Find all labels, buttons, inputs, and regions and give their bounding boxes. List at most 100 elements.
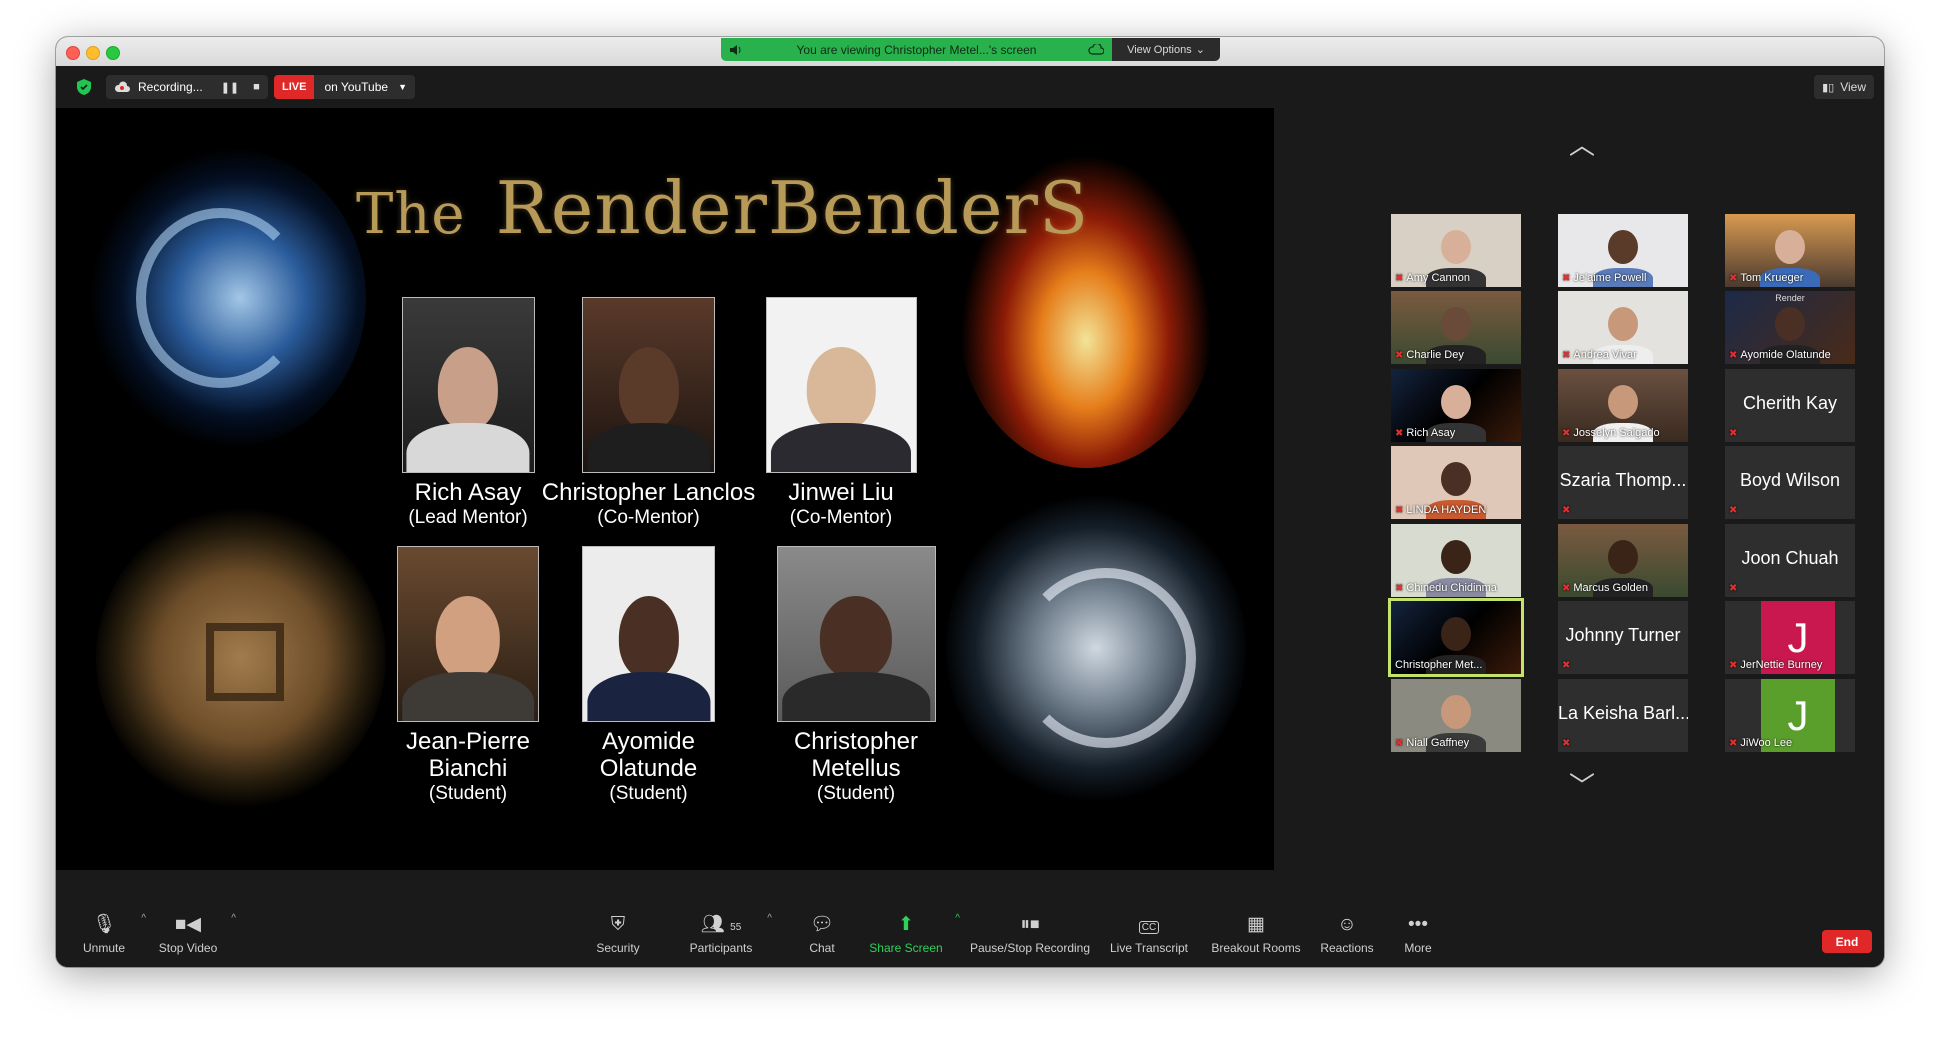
- cc-label: CC: [1138, 921, 1160, 934]
- participant-tile[interactable]: J ✖ JiWoo Lee: [1725, 679, 1855, 752]
- active-speaker-tile[interactable]: Christopher Met...: [1388, 598, 1524, 677]
- member-photo: [401, 297, 535, 473]
- participant-tile[interactable]: ✖ Amy Cannon: [1391, 214, 1521, 287]
- muted-mic-icon: ✖: [1729, 583, 1738, 594]
- end-meeting-button[interactable]: End: [1822, 930, 1872, 953]
- view-options-label: View Options: [1127, 43, 1192, 56]
- muted-mic-icon: ✖: [1562, 349, 1571, 361]
- muted-mic-icon: ✖: [1562, 738, 1571, 749]
- stop-recording-icon[interactable]: ■: [253, 81, 260, 93]
- chevron-up-icon[interactable]: ^: [141, 913, 146, 924]
- participant-tile[interactable]: ✖ Marcus Golden: [1558, 524, 1688, 597]
- muted-mic-icon: ✖: [1562, 272, 1571, 284]
- participant-tile[interactable]: ✖ Josselyn Salgado: [1558, 369, 1688, 442]
- muted-mic-icon: ✖: [1729, 737, 1738, 749]
- slide-title-main: RenderBenderS: [495, 166, 1090, 250]
- view-options-button[interactable]: View Options ⌄: [1112, 38, 1220, 61]
- member-photo: [776, 546, 936, 722]
- participant-name: Je'aime Powell: [1573, 272, 1647, 284]
- member-photo: [765, 297, 917, 473]
- participant-tile[interactable]: ✖ Je'aime Powell: [1558, 214, 1688, 287]
- muted-mic-icon: ✖: [1729, 272, 1738, 284]
- participant-tile[interactable]: ✖ Charlie Dey: [1391, 291, 1521, 364]
- share-message: You are viewing Christopher Metel...'s s…: [796, 42, 1037, 57]
- participant-name: Andrea Vivar: [1573, 349, 1637, 361]
- close-window-button[interactable]: [66, 46, 80, 60]
- pause-stop-recording-button[interactable]: ⏸⏹ Pause/Stop Recording: [960, 913, 1100, 955]
- live-streaming-indicator[interactable]: LIVE on YouTube ▼: [274, 75, 415, 99]
- participant-name: Niall Gaffney: [1406, 737, 1470, 749]
- participant-tile[interactable]: Cherith Kay ✖: [1725, 369, 1855, 442]
- cloud-recording-icon: [114, 81, 130, 92]
- recording-indicator[interactable]: Recording... ❚❚ ■: [106, 75, 268, 99]
- member-name: Jinwei Liu: [788, 479, 894, 506]
- participant-name: Chinedu Chidinma: [1406, 582, 1497, 594]
- screen-share-banner: You are viewing Christopher Metel...'s s…: [721, 38, 1220, 61]
- participant-tile[interactable]: Boyd Wilson ✖: [1725, 446, 1855, 519]
- view-label: View: [1840, 80, 1866, 94]
- participants-button[interactable]: 👥︎ 55 Participants ^: [684, 913, 772, 955]
- participant-tile[interactable]: Szaria Thomp... ✖: [1558, 446, 1688, 519]
- chevron-up-icon[interactable]: ^: [767, 913, 772, 924]
- chat-bubble-icon: 💬︎: [809, 914, 835, 935]
- minimize-window-button[interactable]: [86, 46, 100, 60]
- video-camera-icon: ■◀: [174, 914, 202, 935]
- member-role: (Student): [816, 783, 896, 804]
- shared-screen[interactable]: The RenderBenderS Rich Asay (Lead Mentor)…: [56, 108, 1274, 870]
- member-name: Ayomide Olatunde: [599, 728, 698, 782]
- participant-name: Christopher Met...: [1395, 659, 1483, 671]
- chevron-down-icon[interactable]: ﹀: [1567, 773, 1597, 799]
- participant-tile[interactable]: ✖ Tom Krueger: [1725, 214, 1855, 287]
- participant-tile[interactable]: ✖ Chinedu Chidinma: [1391, 524, 1521, 597]
- stop-video-button[interactable]: ■◀ Stop Video ^: [154, 913, 236, 955]
- speaker-icon: [730, 44, 741, 55]
- chat-button[interactable]: 💬︎ Chat: [802, 913, 842, 955]
- zoom-window-button[interactable]: [106, 46, 120, 60]
- live-transcript-label: Live Transcript: [1109, 941, 1189, 955]
- share-screen-button[interactable]: ⬆ Share Screen ^: [866, 913, 960, 955]
- pause-stop-recording-label: Pause/Stop Recording: [969, 941, 1091, 955]
- live-transcript-button[interactable]: CC Live Transcript: [1102, 913, 1196, 955]
- unmute-label: Unmute: [82, 941, 126, 955]
- muted-mic-icon: ✖: [1729, 428, 1738, 439]
- encryption-shield-icon[interactable]: [77, 79, 91, 95]
- participant-name: Rich Asay: [1406, 427, 1456, 439]
- participant-tile[interactable]: ✖ Andrea Vivar: [1558, 291, 1688, 364]
- security-button[interactable]: ⛨ Security: [592, 913, 644, 955]
- participant-tile[interactable]: La Keisha Barl... ✖: [1558, 679, 1688, 752]
- participant-tile[interactable]: Joon Chuah ✖: [1725, 524, 1855, 597]
- participants-icon: 👥︎ 55: [700, 914, 742, 935]
- breakout-rooms-button[interactable]: ▦ Breakout Rooms: [1206, 913, 1306, 955]
- muted-mic-icon: ✖: [1562, 427, 1571, 439]
- member-role: (Student): [609, 783, 688, 804]
- team-member-card: Christopher Metellus (Student): [756, 546, 956, 805]
- participants-label: Participants: [689, 941, 753, 955]
- chevron-up-icon[interactable]: ^: [231, 913, 236, 924]
- chevron-up-icon[interactable]: ︿: [1567, 132, 1597, 158]
- participant-tile[interactable]: ✖ Niall Gaffney: [1391, 679, 1521, 752]
- participant-tile[interactable]: Render ✖ Ayomide Olatunde: [1725, 291, 1855, 364]
- more-button[interactable]: ••• More: [1398, 913, 1438, 955]
- participant-name-large: Cherith Kay: [1742, 393, 1838, 413]
- participant-name: Tom Krueger: [1740, 272, 1804, 284]
- participant-tile[interactable]: ✖ Rich Asay: [1391, 369, 1521, 442]
- reactions-label: Reactions: [1320, 941, 1374, 955]
- slide-title-prefix: The: [356, 182, 466, 247]
- participant-tile[interactable]: ✖ LINDA HAYDEN: [1391, 446, 1521, 519]
- pause-recording-icon[interactable]: ❚❚: [221, 81, 239, 94]
- participant-name: Marcus Golden: [1573, 582, 1648, 594]
- muted-mic-icon: ✖: [1562, 505, 1571, 516]
- participant-tile[interactable]: J ✖ JerNettie Burney: [1725, 601, 1855, 674]
- unmute-button[interactable]: 🎙︎ Unmute ^: [76, 913, 146, 955]
- shield-icon: ⛨: [610, 914, 626, 935]
- chevron-down-icon: ▼: [398, 82, 407, 92]
- member-photo: [582, 297, 715, 473]
- live-target: on YouTube: [324, 80, 389, 94]
- participant-name-large: Boyd Wilson: [1739, 470, 1841, 490]
- member-name: Christopher Metellus: [793, 728, 919, 782]
- team-member-card: Jinwei Liu (Co-Mentor): [756, 297, 926, 529]
- participant-tile[interactable]: Johnny Turner ✖: [1558, 601, 1688, 674]
- view-button[interactable]: ▮▯ View: [1814, 75, 1874, 99]
- reactions-button[interactable]: ☺︎ Reactions: [1312, 913, 1382, 955]
- participant-name-large: Szaria Thomp...: [1559, 470, 1687, 490]
